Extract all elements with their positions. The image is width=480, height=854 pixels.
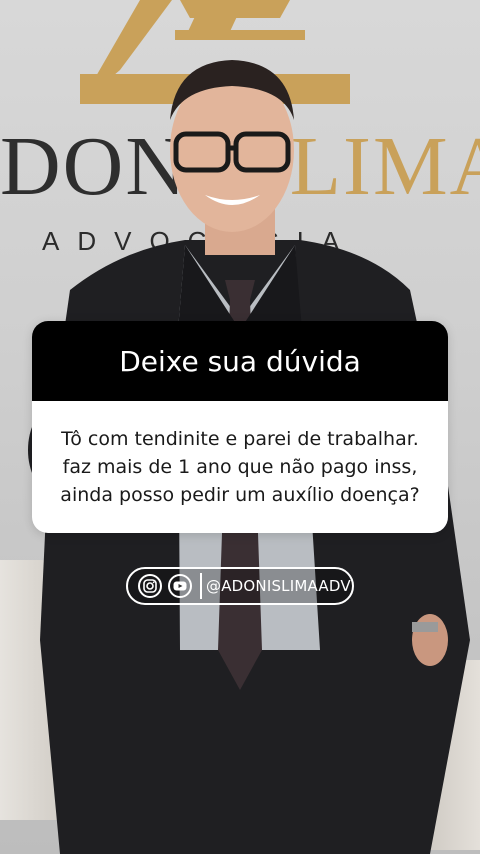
question-line: ainda posso pedir um auxílio doença? (60, 484, 420, 506)
social-handle: @ADONISLIMAADV (206, 577, 351, 595)
background-photo: DONIS LIMA ADVOCACIA Deixe sua dúvida (0, 0, 480, 854)
question-line: Tô com tendinite e parei de trabalhar. (61, 428, 419, 450)
question-line: faz mais de 1 ano que não pago inss, (62, 456, 418, 478)
question-card: Deixe sua dúvida Tô com tendinite e pare… (32, 321, 448, 533)
question-card-title: Deixe sua dúvida (32, 321, 448, 401)
social-handle-pill: @ADONISLIMAADV (126, 567, 354, 605)
instagram-icon (138, 574, 162, 598)
question-card-body: Tô com tendinite e parei de trabalhar. f… (32, 401, 448, 533)
youtube-icon (168, 574, 192, 598)
divider (200, 573, 202, 599)
